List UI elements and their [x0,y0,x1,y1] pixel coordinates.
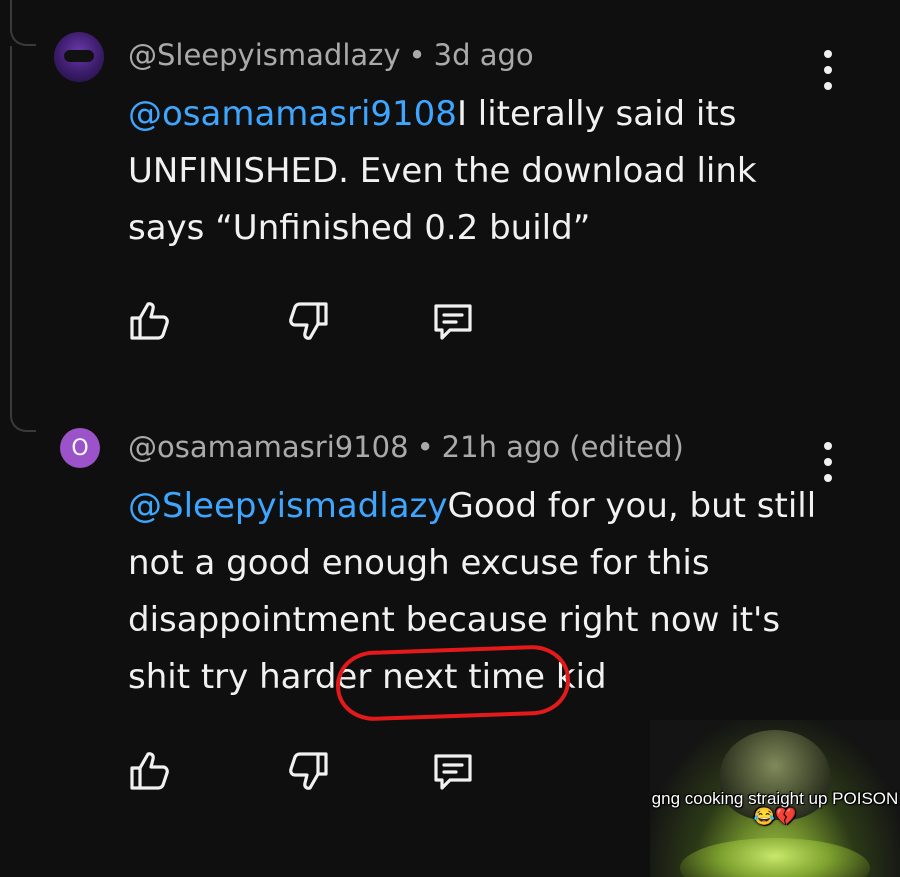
red-circle-annotation [334,643,572,723]
dislike-button[interactable] [284,296,334,346]
thumbs-down-icon [289,752,328,790]
reply-button[interactable] [428,296,478,346]
author-name[interactable]: @osamamasri9108 [128,430,409,464]
comment-text: @osamamasri9108I literally said its UNFI… [128,86,828,257]
author-name[interactable]: @Sleepyismadlazy [128,38,401,72]
meme-caption: gng cooking straight up POISON 😂💔 [651,789,899,826]
cauldron [680,838,870,877]
comment-meta: @osamamasri9108 • 21h ago (edited) [128,430,684,464]
dislike-button[interactable] [284,746,334,796]
thumbs-down-icon [289,302,328,340]
more-options-icon[interactable] [816,442,840,482]
thumbs-up-icon [130,752,169,790]
mention-link[interactable]: @osamamasri9108 [128,94,457,134]
reply-comment-icon [434,304,472,340]
avatar[interactable]: O [60,428,100,468]
thumbs-up-icon [130,302,169,340]
like-button[interactable] [124,296,174,346]
meta-separator: • [408,38,426,72]
more-options-icon[interactable] [816,50,840,90]
thread-connector-top [10,0,36,46]
like-button[interactable] [124,746,174,796]
timestamp[interactable]: 21h ago (edited) [442,430,684,464]
mention-link[interactable]: @Sleepyismadlazy [128,486,448,526]
reply-comment-icon [434,754,472,790]
avatar[interactable] [54,32,104,82]
avatar-mask [64,50,94,62]
thread-connector [10,46,36,432]
meta-separator: • [416,430,434,464]
timestamp[interactable]: 3d ago [434,38,534,72]
meme-image: gng cooking straight up POISON 😂💔 [650,720,900,877]
comment-meta: @Sleepyismadlazy • 3d ago [128,38,534,72]
reply-button[interactable] [428,746,478,796]
